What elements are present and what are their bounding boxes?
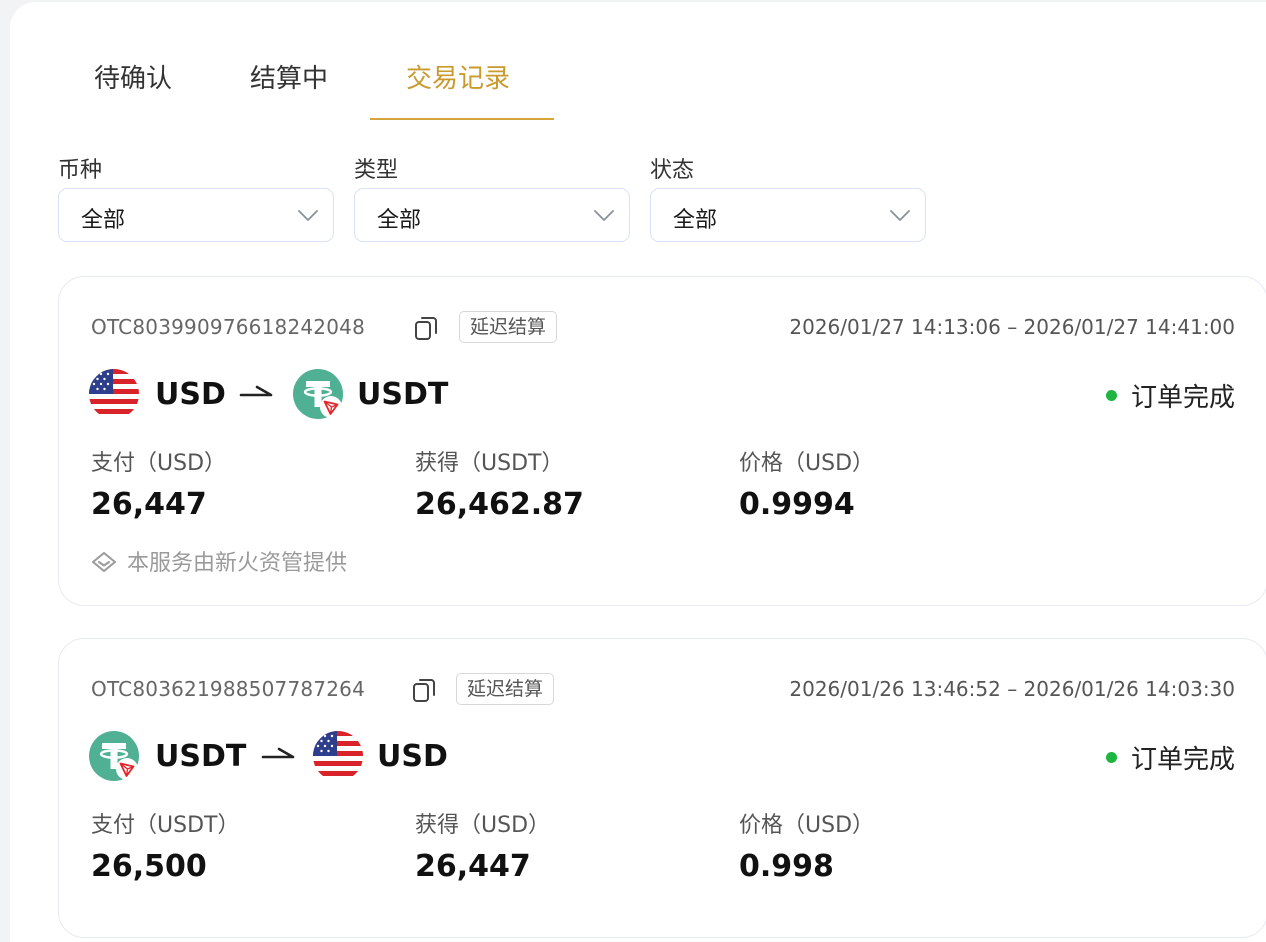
active-tab-indicator [370,118,554,120]
tab-settling[interactable]: 结算中 [250,58,328,95]
delayed-settlement-badge: 延迟结算 [459,311,558,343]
delayed-settlement-badge: 延迟结算 [456,673,555,705]
diamond-shield-icon [92,552,116,572]
tab-bar: 待确认 结算中 交易记录 [10,2,1266,122]
receive-label: 获得（USD） [415,813,551,838]
chevron-down-icon [889,206,911,224]
status-filter-value: 全部 [673,208,718,233]
price-label: 价格（USD） [739,813,875,838]
chevron-down-icon [593,206,615,224]
pay-label: 支付（USDT） [91,813,240,838]
receive-value: 26,447 [415,849,531,884]
status-dot-icon [1105,390,1117,401]
order-card[interactable]: OTC803990976618242048 延迟结算 2026/01/27 14… [58,276,1266,606]
service-provider-text: 本服务由新火资管提供 [127,551,348,576]
to-currency: USDT [357,377,449,412]
tether-tron-icon [89,731,139,781]
receive-value: 26,462.87 [415,487,584,522]
price-metric: 价格（USD） 0.998 [739,807,874,884]
to-currency: USD [377,739,448,774]
tab-transaction-records[interactable]: 交易记录 [406,58,510,95]
pay-metric: 支付（USDT） 26,500 [91,807,239,884]
tab-pending[interactable]: 待确认 [94,58,172,95]
currency-filter-label: 币种 [58,158,103,183]
status-filter-select[interactable]: 全部 [650,188,926,242]
copy-icon[interactable] [412,677,436,703]
status-filter-label: 状态 [650,158,695,183]
from-currency: USD [155,377,226,412]
price-label: 价格（USD） [739,451,875,476]
copy-icon[interactable] [414,315,438,341]
order-time-range: 2026/01/27 14:13:06 – 2026/01/27 14:41:0… [789,315,1235,339]
tether-tron-icon [293,369,343,419]
receive-metric: 获得（USD） 26,447 [415,807,550,884]
type-filter-label: 类型 [354,158,399,183]
order-id: OTC803990976618242048 [91,315,365,339]
currency-filter-select[interactable]: 全部 [58,188,334,242]
price-value: 0.9994 [739,487,855,522]
us-flag-icon [89,369,139,419]
pay-label: 支付（USD） [91,451,227,476]
order-time-range: 2026/01/26 13:46:52 – 2026/01/26 14:03:3… [789,677,1235,701]
arrow-right-icon [261,743,295,765]
chevron-down-icon [297,206,319,224]
order-card[interactable]: OTC803621988507787264 延迟结算 2026/01/26 13… [58,638,1266,938]
order-status-text: 订单完成 [1130,745,1235,775]
type-filter-value: 全部 [377,208,422,233]
order-status-text: 订单完成 [1130,383,1235,413]
main-panel: 待确认 结算中 交易记录 币种 全部 类型 全部 状态 全部 OTC803990… [10,2,1266,942]
type-filter-select[interactable]: 全部 [354,188,630,242]
order-status: 订单完成 [1105,377,1235,414]
order-status: 订单完成 [1105,739,1235,776]
status-dot-icon [1105,752,1117,763]
currency-filter-value: 全部 [81,208,126,233]
pay-value: 26,447 [91,487,207,522]
pay-value: 26,500 [91,849,207,884]
receive-metric: 获得（USDT） 26,462.87 [415,445,584,522]
pay-metric: 支付（USD） 26,447 [91,445,226,522]
price-metric: 价格（USD） 0.9994 [739,445,874,522]
arrow-right-icon [239,381,273,403]
us-flag-icon [313,731,363,781]
receive-label: 获得（USDT） [415,451,564,476]
from-currency: USDT [155,739,247,774]
order-id: OTC803621988507787264 [91,677,365,701]
service-provider-note: 本服务由新火资管提供 [91,545,347,577]
price-value: 0.998 [739,849,834,884]
